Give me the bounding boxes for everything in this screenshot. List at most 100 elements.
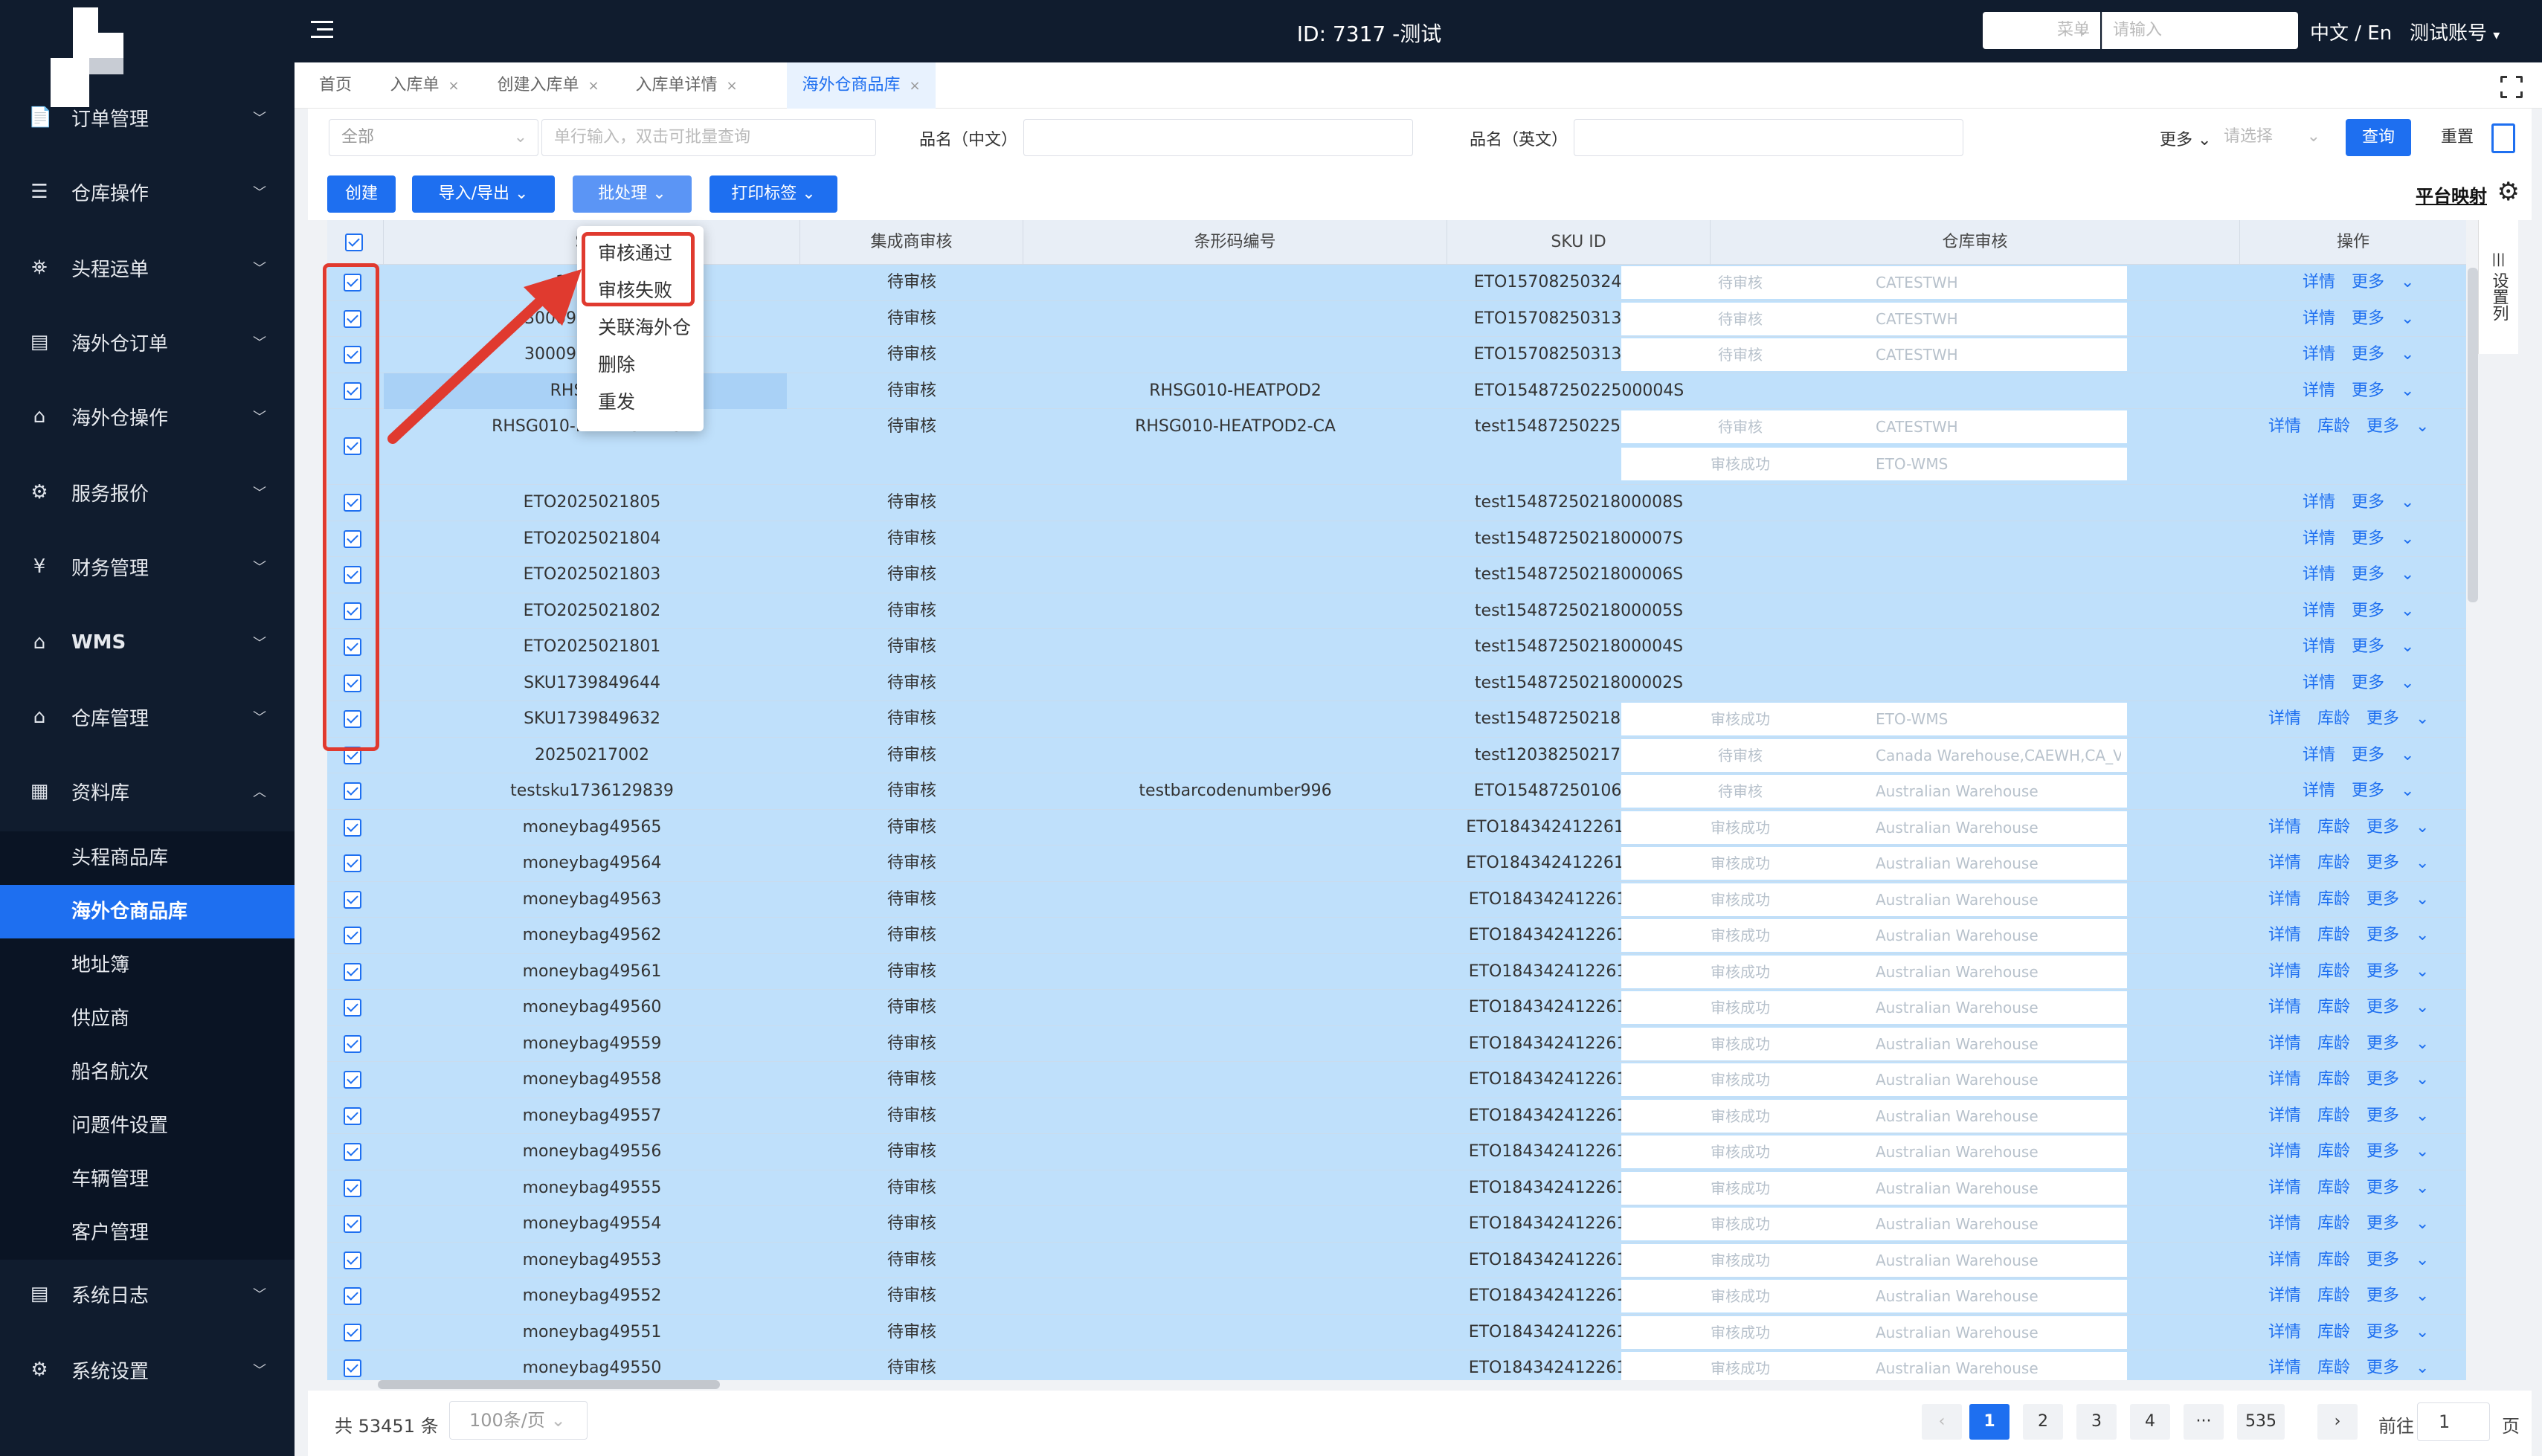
chevron-down-icon[interactable]: ⌄ — [2401, 674, 2414, 692]
batch-button[interactable]: 批处理 ⌄ — [573, 175, 692, 213]
page-button-5[interactable]: 535 — [2237, 1404, 2285, 1440]
language-switch[interactable]: 中文 / En — [2310, 18, 2392, 45]
row-action-link[interactable]: 更多 — [2366, 1179, 2399, 1197]
sidebar-subitem-4[interactable]: 船名航次 — [0, 1046, 295, 1099]
row-action-link[interactable]: 详情 — [2268, 1070, 2301, 1089]
row-checkbox[interactable] — [344, 854, 361, 872]
sidebar-item-11[interactable]: ⚙ 系统设置 ﹀ — [0, 1339, 295, 1401]
row-action-link[interactable]: 更多 — [2366, 1286, 2399, 1305]
row-checkbox[interactable] — [344, 1034, 361, 1053]
row-checkbox[interactable] — [344, 1107, 361, 1125]
menu-item-delete[interactable]: 删除 — [577, 347, 704, 384]
name-en-input[interactable] — [1574, 119, 1963, 156]
tab-3[interactable]: 入库单详情 × — [631, 62, 742, 109]
page-button-3[interactable]: 4 — [2130, 1404, 2170, 1440]
sidebar-subitem-3[interactable]: 供应商 — [0, 992, 295, 1046]
row-action-link[interactable]: 详情 — [2303, 529, 2335, 548]
chevron-down-icon[interactable]: ⌄ — [2416, 1323, 2429, 1341]
sidebar-subitem-5[interactable]: 问题件设置 — [0, 1099, 295, 1153]
row-action-link[interactable]: 详情 — [2268, 854, 2301, 872]
row-checkbox[interactable] — [344, 962, 361, 981]
sidebar-item-7[interactable]: ⌂ WMS ﹀ — [0, 611, 295, 674]
sidebar-item-4[interactable]: ⌂ 海外仓操作 ﹀ — [0, 385, 295, 448]
sidebar-subitem-0[interactable]: 头程商品库 — [0, 831, 295, 885]
row-action-link[interactable]: 详情 — [2268, 1323, 2301, 1341]
row-action-link[interactable]: 更多 — [2366, 926, 2399, 944]
print-label-button[interactable]: 打印标签 ⌄ — [709, 175, 837, 213]
row-action-link[interactable]: 更多 — [2366, 890, 2399, 909]
menu-toggle-icon[interactable] — [311, 18, 336, 43]
row-action-link[interactable]: 更多 — [2352, 381, 2384, 400]
row-action-link[interactable]: 库龄 — [2317, 1359, 2350, 1377]
chevron-down-icon[interactable]: ⌄ — [2416, 1107, 2429, 1125]
row-action-link[interactable]: 详情 — [2303, 674, 2335, 692]
chevron-down-icon[interactable]: ⌄ — [2416, 1179, 2429, 1197]
row-action-link[interactable]: 详情 — [2303, 493, 2335, 512]
sidebar-item-6[interactable]: ¥ 财务管理 ﹀ — [0, 535, 295, 598]
page-button-0[interactable]: 1 — [1969, 1404, 2010, 1440]
row-action-link[interactable]: 详情 — [2303, 637, 2335, 656]
row-action-link[interactable]: 详情 — [2268, 818, 2301, 837]
row-action-link[interactable]: 详情 — [2268, 890, 2301, 909]
row-checkbox[interactable] — [344, 818, 361, 837]
goto-page-input[interactable]: 1 — [2417, 1402, 2490, 1441]
sidebar-subitem-6[interactable]: 车辆管理 — [0, 1153, 295, 1206]
chevron-down-icon[interactable]: ⌄ — [2401, 602, 2414, 620]
chevron-down-icon[interactable]: ⌄ — [2401, 746, 2414, 764]
row-action-link[interactable]: 库龄 — [2317, 1214, 2350, 1233]
chevron-down-icon[interactable]: ⌄ — [2401, 565, 2414, 584]
row-action-link[interactable]: 详情 — [2303, 602, 2335, 620]
row-action-link[interactable]: 详情 — [2268, 1034, 2301, 1053]
row-action-link[interactable]: 详情 — [2268, 962, 2301, 981]
row-action-link[interactable]: 更多 — [2352, 529, 2384, 548]
row-action-link[interactable]: 更多 — [2366, 1070, 2399, 1089]
chevron-down-icon[interactable]: ⌄ — [2416, 854, 2429, 872]
row-checkbox[interactable] — [344, 1323, 361, 1341]
row-action-link[interactable]: 更多 — [2352, 602, 2384, 620]
horizontal-scrollbar[interactable] — [378, 1380, 720, 1389]
row-action-link[interactable]: 库龄 — [2317, 1286, 2350, 1305]
chevron-down-icon[interactable]: ⌄ — [2401, 381, 2414, 400]
row-action-link[interactable]: 更多 — [2366, 962, 2399, 981]
row-action-link[interactable]: 更多 — [2352, 273, 2384, 291]
row-action-link[interactable]: 库龄 — [2317, 890, 2350, 909]
row-action-link[interactable]: 库龄 — [2317, 998, 2350, 1017]
row-action-link[interactable]: 更多 — [2352, 565, 2384, 584]
page-size-select[interactable]: 100条/页 ⌄ — [449, 1401, 588, 1440]
chevron-down-icon[interactable]: ⌄ — [2416, 890, 2429, 909]
col-sku-id[interactable]: SKU ID — [1447, 220, 1711, 265]
row-action-link[interactable]: 详情 — [2303, 309, 2335, 328]
next-page-button[interactable]: › — [2317, 1404, 2358, 1440]
row-action-link[interactable]: 更多 — [2366, 1251, 2399, 1269]
row-action-link[interactable]: 库龄 — [2317, 1323, 2350, 1341]
sidebar-subitem-2[interactable]: 地址簿 — [0, 938, 295, 992]
search-type-select[interactable]: 菜单 ⌄ — [1983, 12, 2100, 49]
gear-icon[interactable]: ⚙ — [2497, 177, 2520, 207]
chevron-down-icon[interactable]: ⌄ — [2401, 345, 2414, 364]
name-cn-input[interactable] — [1023, 119, 1413, 156]
select-all-checkbox[interactable] — [345, 233, 363, 251]
page-button-1[interactable]: 2 — [2023, 1404, 2063, 1440]
row-checkbox[interactable] — [344, 1287, 361, 1305]
row-action-link[interactable]: 详情 — [2268, 1107, 2301, 1125]
row-action-link[interactable]: 库龄 — [2317, 962, 2350, 981]
query-button[interactable]: 查询 — [2346, 119, 2411, 156]
row-action-link[interactable]: 详情 — [2303, 565, 2335, 584]
row-checkbox[interactable] — [344, 927, 361, 944]
column-settings-panel[interactable]: ||| 设置列 — [2478, 220, 2518, 354]
sku-batch-input[interactable]: 单行输入，双击可批量查询 — [541, 119, 876, 156]
row-action-link[interactable]: 详情 — [2303, 273, 2335, 291]
prev-page-button[interactable]: ‹ — [1922, 1404, 1962, 1440]
sidebar-subitem-1[interactable]: 海外仓商品库 — [0, 885, 295, 938]
import-export-button[interactable]: 导入/导出 ⌄ — [412, 175, 555, 213]
chevron-down-icon[interactable]: ⌄ — [2416, 1214, 2429, 1233]
row-action-link[interactable]: 详情 — [2268, 709, 2301, 728]
chevron-down-icon[interactable]: ⌄ — [2401, 309, 2414, 328]
chevron-down-icon[interactable]: ⌄ — [2416, 709, 2429, 728]
sidebar-item-5[interactable]: ⚙ 服务报价 ﹀ — [0, 461, 295, 524]
row-action-link[interactable]: 库龄 — [2317, 1070, 2350, 1089]
chevron-down-icon[interactable]: ⌄ — [2416, 417, 2429, 436]
row-action-link[interactable]: 库龄 — [2317, 1179, 2350, 1197]
menu-item-link-warehouse[interactable]: 关联海外仓 — [577, 309, 704, 347]
row-action-link[interactable]: 详情 — [2303, 381, 2335, 400]
